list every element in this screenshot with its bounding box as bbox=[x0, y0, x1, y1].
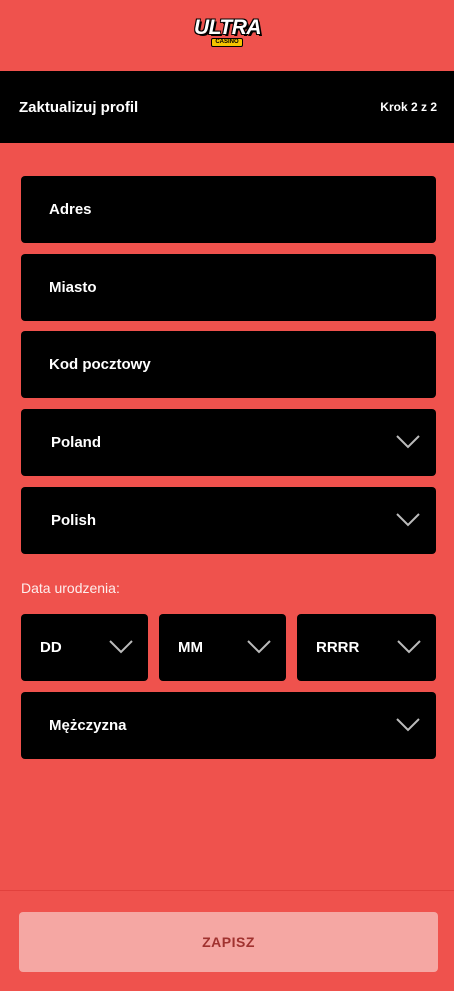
chevron-down-icon bbox=[396, 717, 420, 731]
dob-year-select[interactable]: RRRR bbox=[297, 614, 436, 681]
chevron-down-icon bbox=[109, 639, 133, 653]
logo-wordmark: ULTRA bbox=[194, 15, 262, 39]
dob-year-value: RRRR bbox=[316, 639, 360, 656]
chevron-down-icon bbox=[247, 639, 271, 653]
page-title: Zaktualizuj profil bbox=[19, 98, 139, 116]
footer-divider bbox=[0, 890, 454, 891]
chevron-down-icon bbox=[397, 639, 421, 653]
country-value: Poland bbox=[51, 434, 102, 451]
dob-label: Data urodzenia: bbox=[21, 580, 120, 596]
ultra-casino-logo[interactable]: ULTRA CASINO bbox=[194, 15, 262, 52]
postcode-placeholder: Kod pocztowy bbox=[49, 356, 151, 373]
country-select[interactable]: Poland bbox=[21, 409, 436, 476]
city-field[interactable]: Miasto bbox=[21, 254, 436, 321]
city-placeholder: Miasto bbox=[49, 279, 97, 296]
dob-day-value: DD bbox=[40, 639, 62, 656]
dob-month-select[interactable]: MM bbox=[159, 614, 286, 681]
dob-month-value: MM bbox=[178, 639, 203, 656]
address-placeholder: Adres bbox=[49, 201, 92, 218]
save-button[interactable]: ZAPISZ bbox=[19, 912, 438, 972]
logo-subtitle: CASINO bbox=[211, 37, 243, 47]
address-field[interactable]: Adres bbox=[21, 176, 436, 243]
chevron-down-icon bbox=[396, 434, 420, 448]
step-indicator: Krok 2 z 2 bbox=[380, 100, 437, 114]
header-bar: Zaktualizuj profil Krok 2 z 2 bbox=[0, 71, 454, 143]
chevron-down-icon bbox=[396, 512, 420, 526]
postcode-field[interactable]: Kod pocztowy bbox=[21, 331, 436, 398]
logo-area: ULTRA CASINO bbox=[0, 0, 454, 71]
gender-value: Mężczyzna bbox=[49, 717, 127, 734]
language-select[interactable]: Polish bbox=[21, 487, 436, 554]
dob-day-select[interactable]: DD bbox=[21, 614, 148, 681]
gender-select[interactable]: Mężczyzna bbox=[21, 692, 436, 759]
language-value: Polish bbox=[51, 512, 97, 529]
